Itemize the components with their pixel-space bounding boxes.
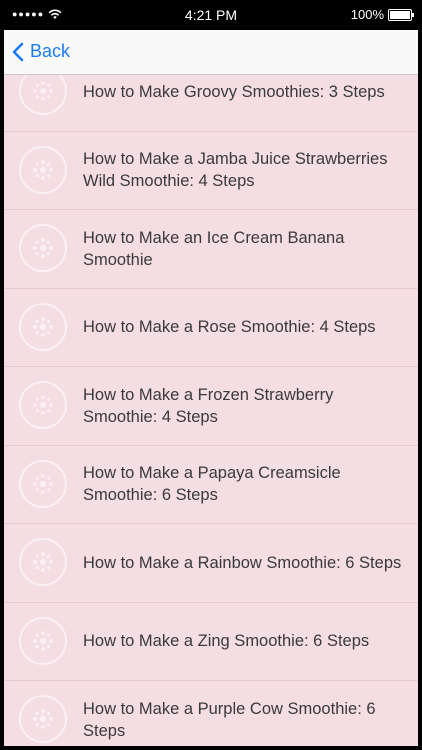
list-item-title: How to Make a Frozen Strawberry Smoothie… <box>83 385 334 426</box>
list-item-title: How to Make a Zing Smoothie: 6 Steps <box>83 632 370 651</box>
list-item-title: How to Make a Rose Smoothie: 4 Steps <box>83 318 376 337</box>
flower-icon <box>19 695 67 743</box>
list-item-title: How to Make a Jamba Juice Strawberries W… <box>83 150 388 191</box>
battery-icon <box>388 8 414 21</box>
list-item[interactable]: How to Make a Rainbow Smoothie: 6 Steps <box>4 524 418 603</box>
app-screen: ●●●●● 4:21 PM 100% Back How to Make Groo… <box>4 0 418 746</box>
flower-icon <box>19 224 67 272</box>
device-frame: ●●●●● 4:21 PM 100% Back How to Make Groo… <box>0 0 422 750</box>
navigation-bar: Back <box>4 30 418 75</box>
flower-icon <box>19 538 67 586</box>
list-item[interactable]: How to Make a Zing Smoothie: 6 Steps <box>4 603 418 681</box>
flower-icon <box>19 616 67 665</box>
back-label: Back <box>30 41 71 61</box>
list-item-title: How to Make an Ice Cream Banana Smoothie <box>83 228 345 269</box>
list-item[interactable]: How to Make an Ice Cream Banana Smoothie <box>4 210 418 289</box>
flower-icon <box>19 381 67 429</box>
list-item-title: How to Make a Papaya Creamsicle Smoothie… <box>83 464 341 505</box>
back-button[interactable]: Back <box>12 41 70 62</box>
chevron-left-icon <box>12 42 24 61</box>
flower-icon <box>19 459 67 508</box>
list-item[interactable]: How to Make a Purple Cow Smoothie: 6 Ste… <box>4 681 418 746</box>
list-item[interactable]: How to Make a Rose Smoothie: 4 Steps <box>4 289 418 367</box>
battery-percent: 100% <box>350 7 384 22</box>
list-item[interactable]: How to Make a Jamba Juice Strawberries W… <box>4 132 418 210</box>
status-right: 100% <box>350 7 414 22</box>
flower-icon <box>19 302 67 351</box>
list-item-title: How to Make a Rainbow Smoothie: 6 Steps <box>83 553 402 572</box>
list-item-title: How to Make a Purple Cow Smoothie: 6 Ste… <box>83 699 376 740</box>
article-list: How to Make Groovy Smoothies: 3 Steps Ho… <box>4 53 418 746</box>
status-bar: ●●●●● 4:21 PM 100% <box>4 0 418 30</box>
flower-icon <box>19 145 67 194</box>
list-item-title: How to Make Groovy Smoothies: 3 Steps <box>83 82 385 101</box>
list-item[interactable]: How to Make a Frozen Strawberry Smoothie… <box>4 367 418 446</box>
list-item[interactable]: How to Make a Papaya Creamsicle Smoothie… <box>4 446 418 524</box>
